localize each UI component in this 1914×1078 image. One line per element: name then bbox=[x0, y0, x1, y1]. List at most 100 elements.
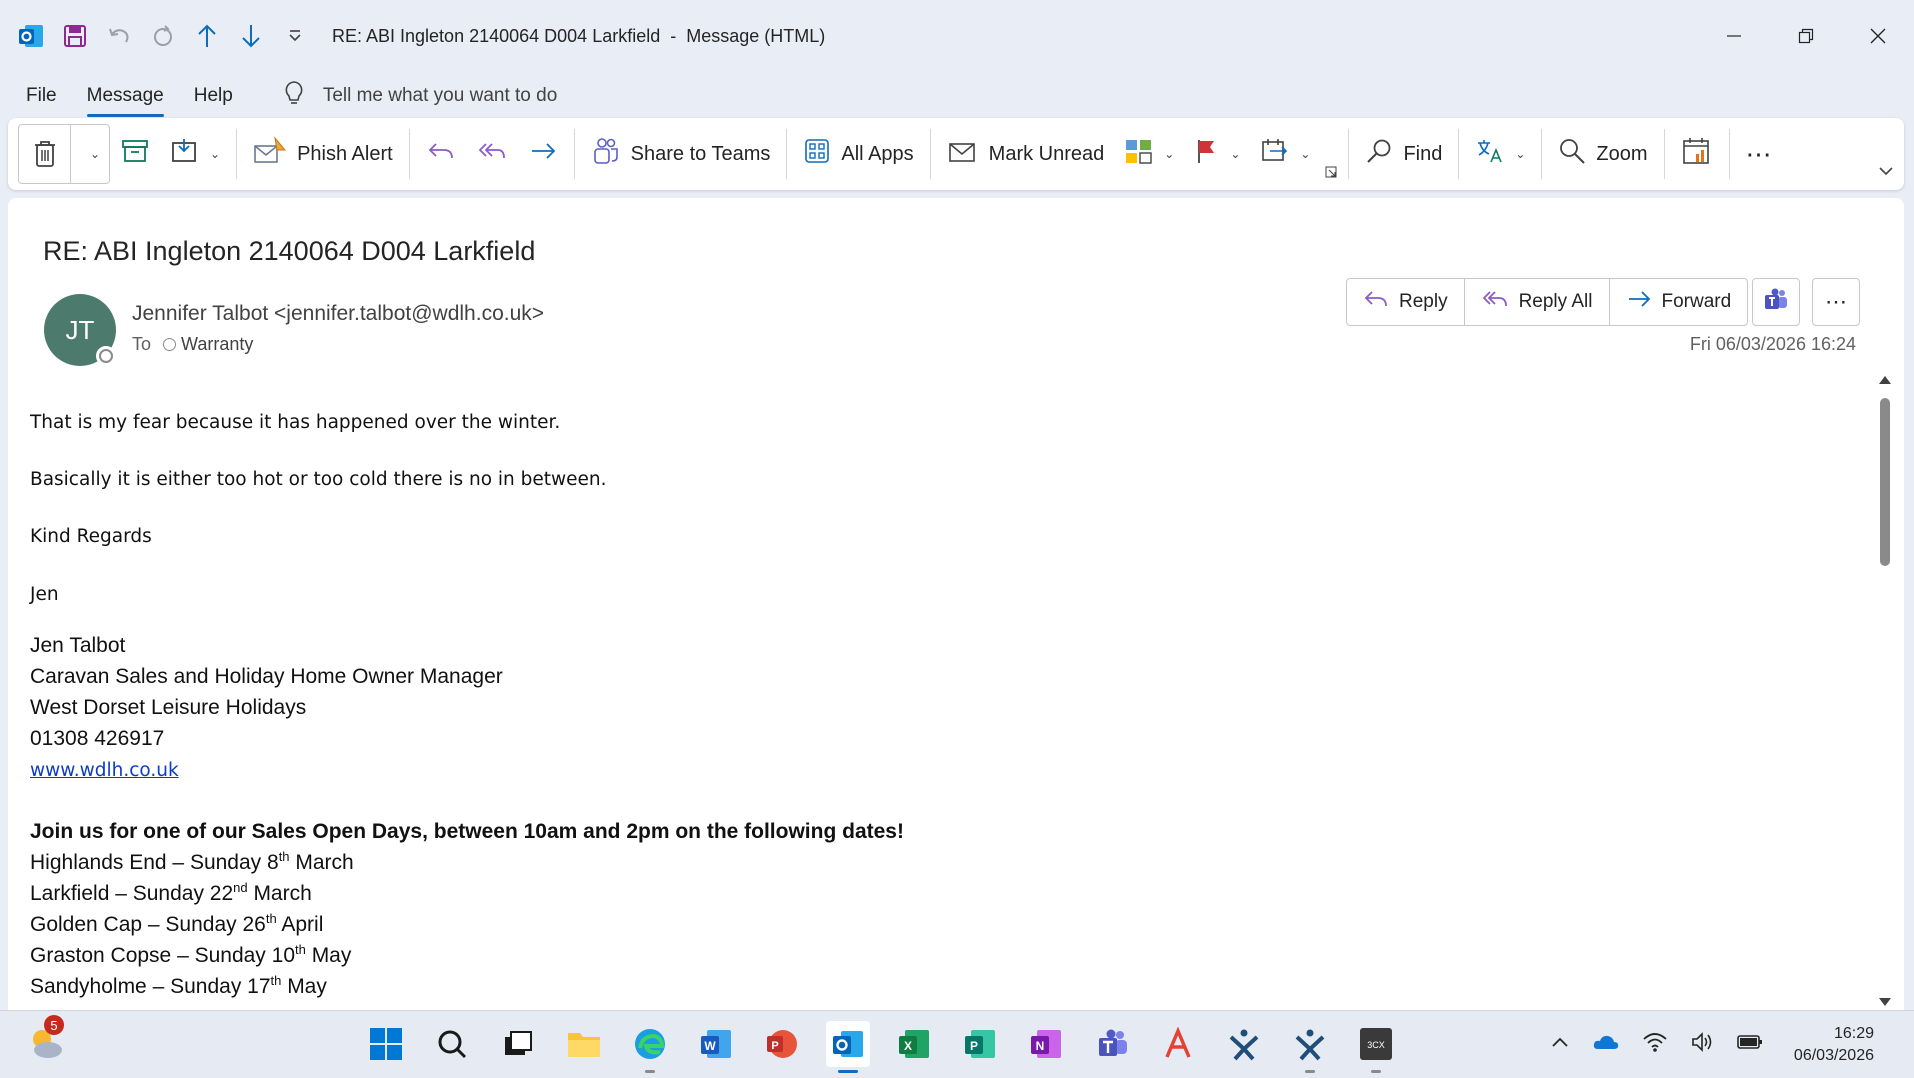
edge-app[interactable] bbox=[628, 1021, 672, 1073]
scroll-thumb[interactable] bbox=[1880, 398, 1890, 566]
message-subject: RE: ABI Ingleton 2140064 D004 Larkfield bbox=[43, 236, 536, 266]
svg-text:W: W bbox=[704, 1039, 716, 1053]
more-actions-button[interactable]: ⋯ bbox=[1812, 278, 1860, 326]
menu-file[interactable]: File bbox=[26, 79, 57, 113]
delete-split-button[interactable]: ⌄ bbox=[18, 124, 110, 184]
show-hidden-icons-chevron-icon[interactable] bbox=[1550, 1035, 1570, 1054]
task-view-button[interactable] bbox=[496, 1021, 540, 1067]
open-day-text: Larkfield – Sunday 22 bbox=[30, 882, 234, 905]
forward-ribbon-button[interactable] bbox=[518, 126, 568, 182]
onenote-app[interactable]: N bbox=[1024, 1021, 1068, 1067]
more-ellipsis-icon: ⋯ bbox=[1745, 138, 1774, 169]
categorize-button[interactable]: ⌄ bbox=[1114, 126, 1184, 182]
recipient-chip[interactable]: Warranty bbox=[163, 334, 253, 355]
previous-item-arrow-icon[interactable] bbox=[192, 21, 222, 51]
open-day-text: Sandyholme – Sunday 17 bbox=[30, 975, 271, 998]
customize-toolbar-icon[interactable] bbox=[280, 21, 310, 51]
more-commands-button[interactable]: ⋯ bbox=[1736, 126, 1784, 182]
ribbon-separator bbox=[573, 129, 575, 179]
insights-button[interactable] bbox=[1671, 126, 1723, 182]
ordinal-suffix: th bbox=[295, 942, 306, 957]
phish-alert-button[interactable]: Phish Alert bbox=[243, 126, 403, 182]
open-day-item: Graston Copse – Sunday 10th May bbox=[30, 940, 1860, 971]
body-line: That is my fear because it has happened … bbox=[30, 412, 561, 433]
figure-logo-icon bbox=[1295, 1029, 1325, 1061]
onedrive-cloud-icon[interactable] bbox=[1592, 1032, 1620, 1057]
reply-ribbon-button[interactable] bbox=[416, 126, 466, 182]
excel-app[interactable]: X bbox=[892, 1021, 936, 1067]
file-explorer-app[interactable] bbox=[562, 1021, 606, 1067]
translate-button[interactable]: ⌄ bbox=[1465, 126, 1535, 182]
reply-button[interactable]: Reply bbox=[1347, 279, 1465, 325]
teams-app[interactable] bbox=[1090, 1021, 1134, 1067]
mark-unread-button[interactable]: Mark Unread bbox=[937, 126, 1115, 182]
open-day-item: Larkfield – Sunday 22nd March bbox=[30, 878, 1860, 909]
pdf-app[interactable]: P bbox=[760, 1021, 804, 1067]
expand-ribbon-chevron-icon[interactable] bbox=[1878, 164, 1894, 182]
rules-button[interactable]: ⌄ bbox=[1250, 126, 1320, 182]
find-button[interactable]: Find bbox=[1355, 126, 1452, 182]
notification-badge: 5 bbox=[44, 1015, 64, 1035]
teams-logo-icon bbox=[1763, 287, 1789, 318]
minimize-button[interactable] bbox=[1698, 0, 1770, 72]
custom-app-2[interactable] bbox=[1288, 1021, 1332, 1073]
follow-up-flag-button[interactable]: ⌄ bbox=[1184, 126, 1250, 182]
next-item-arrow-icon[interactable] bbox=[236, 21, 266, 51]
received-datetime: Fri 06/03/2026 16:24 bbox=[1689, 334, 1856, 354]
ribbon-separator bbox=[1348, 129, 1350, 179]
website-link[interactable]: www.wdlh.co.uk bbox=[30, 760, 179, 781]
ribbon-separator bbox=[1458, 129, 1460, 179]
message-body: That is my fear because it has happened … bbox=[30, 394, 1860, 1002]
search-button[interactable] bbox=[430, 1021, 474, 1067]
tags-dialog-launcher-icon[interactable] bbox=[1320, 126, 1342, 182]
publisher-app[interactable]: P bbox=[958, 1021, 1002, 1067]
find-label: Find bbox=[1403, 142, 1443, 165]
word-app[interactable]: W bbox=[694, 1021, 738, 1067]
vertical-scrollbar[interactable] bbox=[1878, 376, 1892, 1006]
acrobat-icon bbox=[1165, 1027, 1191, 1058]
taskbar-clock[interactable]: 16:29 06/03/2026 bbox=[1794, 1023, 1874, 1067]
forward-button[interactable]: Forward bbox=[1610, 279, 1748, 325]
reply-icon bbox=[1363, 287, 1389, 317]
share-to-teams-button[interactable]: Share to Teams bbox=[581, 126, 781, 182]
rules-icon bbox=[1260, 137, 1290, 171]
menu-message[interactable]: Message bbox=[86, 79, 164, 117]
start-button[interactable] bbox=[364, 1021, 408, 1067]
weather-widget[interactable]: 5 bbox=[26, 1015, 66, 1063]
all-apps-button[interactable]: All Apps bbox=[793, 126, 923, 182]
delete-icon[interactable] bbox=[19, 125, 71, 183]
3cx-app[interactable]: 3CX bbox=[1354, 1021, 1398, 1073]
save-icon[interactable] bbox=[60, 21, 90, 51]
menu-help[interactable]: Help bbox=[194, 79, 233, 113]
folder-icon bbox=[568, 1033, 600, 1057]
archive-button[interactable] bbox=[110, 126, 160, 182]
battery-icon[interactable] bbox=[1736, 1032, 1764, 1057]
move-button[interactable]: ⌄ bbox=[160, 126, 230, 182]
custom-app-1[interactable] bbox=[1222, 1021, 1266, 1067]
lightbulb-icon bbox=[283, 80, 305, 112]
close-button[interactable] bbox=[1842, 0, 1914, 72]
scroll-up-arrow-icon[interactable] bbox=[1879, 376, 1891, 384]
tell-me-search[interactable]: Tell me what you want to do bbox=[283, 80, 557, 112]
phish-alert-icon bbox=[253, 136, 287, 172]
wifi-icon[interactable] bbox=[1642, 1031, 1668, 1058]
restore-button[interactable] bbox=[1770, 0, 1842, 72]
reply-all-button[interactable]: Reply All bbox=[1465, 279, 1610, 325]
outlook-app[interactable] bbox=[826, 1021, 870, 1073]
all-apps-label: All Apps bbox=[841, 142, 914, 165]
reply-all-arrow-icon bbox=[476, 138, 508, 170]
reply-all-ribbon-button[interactable] bbox=[466, 126, 518, 182]
teams-chat-button[interactable] bbox=[1752, 278, 1800, 326]
acrobat-app[interactable] bbox=[1156, 1021, 1200, 1067]
svg-text:P: P bbox=[970, 1039, 978, 1053]
svg-text:3CX: 3CX bbox=[1367, 1040, 1385, 1050]
zoom-button[interactable]: Zoom bbox=[1548, 126, 1657, 182]
quick-access-toolbar bbox=[16, 21, 310, 51]
presence-status-icon bbox=[96, 346, 116, 366]
sender-name[interactable]: Jennifer Talbot <jennifer.talbot@wdlh.co… bbox=[132, 302, 544, 326]
delete-dropdown-chevron-icon[interactable]: ⌄ bbox=[81, 125, 109, 183]
volume-icon[interactable] bbox=[1690, 1031, 1714, 1058]
undo-icon[interactable] bbox=[104, 21, 134, 51]
scroll-down-arrow-icon[interactable] bbox=[1879, 998, 1891, 1006]
redo-icon[interactable] bbox=[148, 21, 178, 51]
